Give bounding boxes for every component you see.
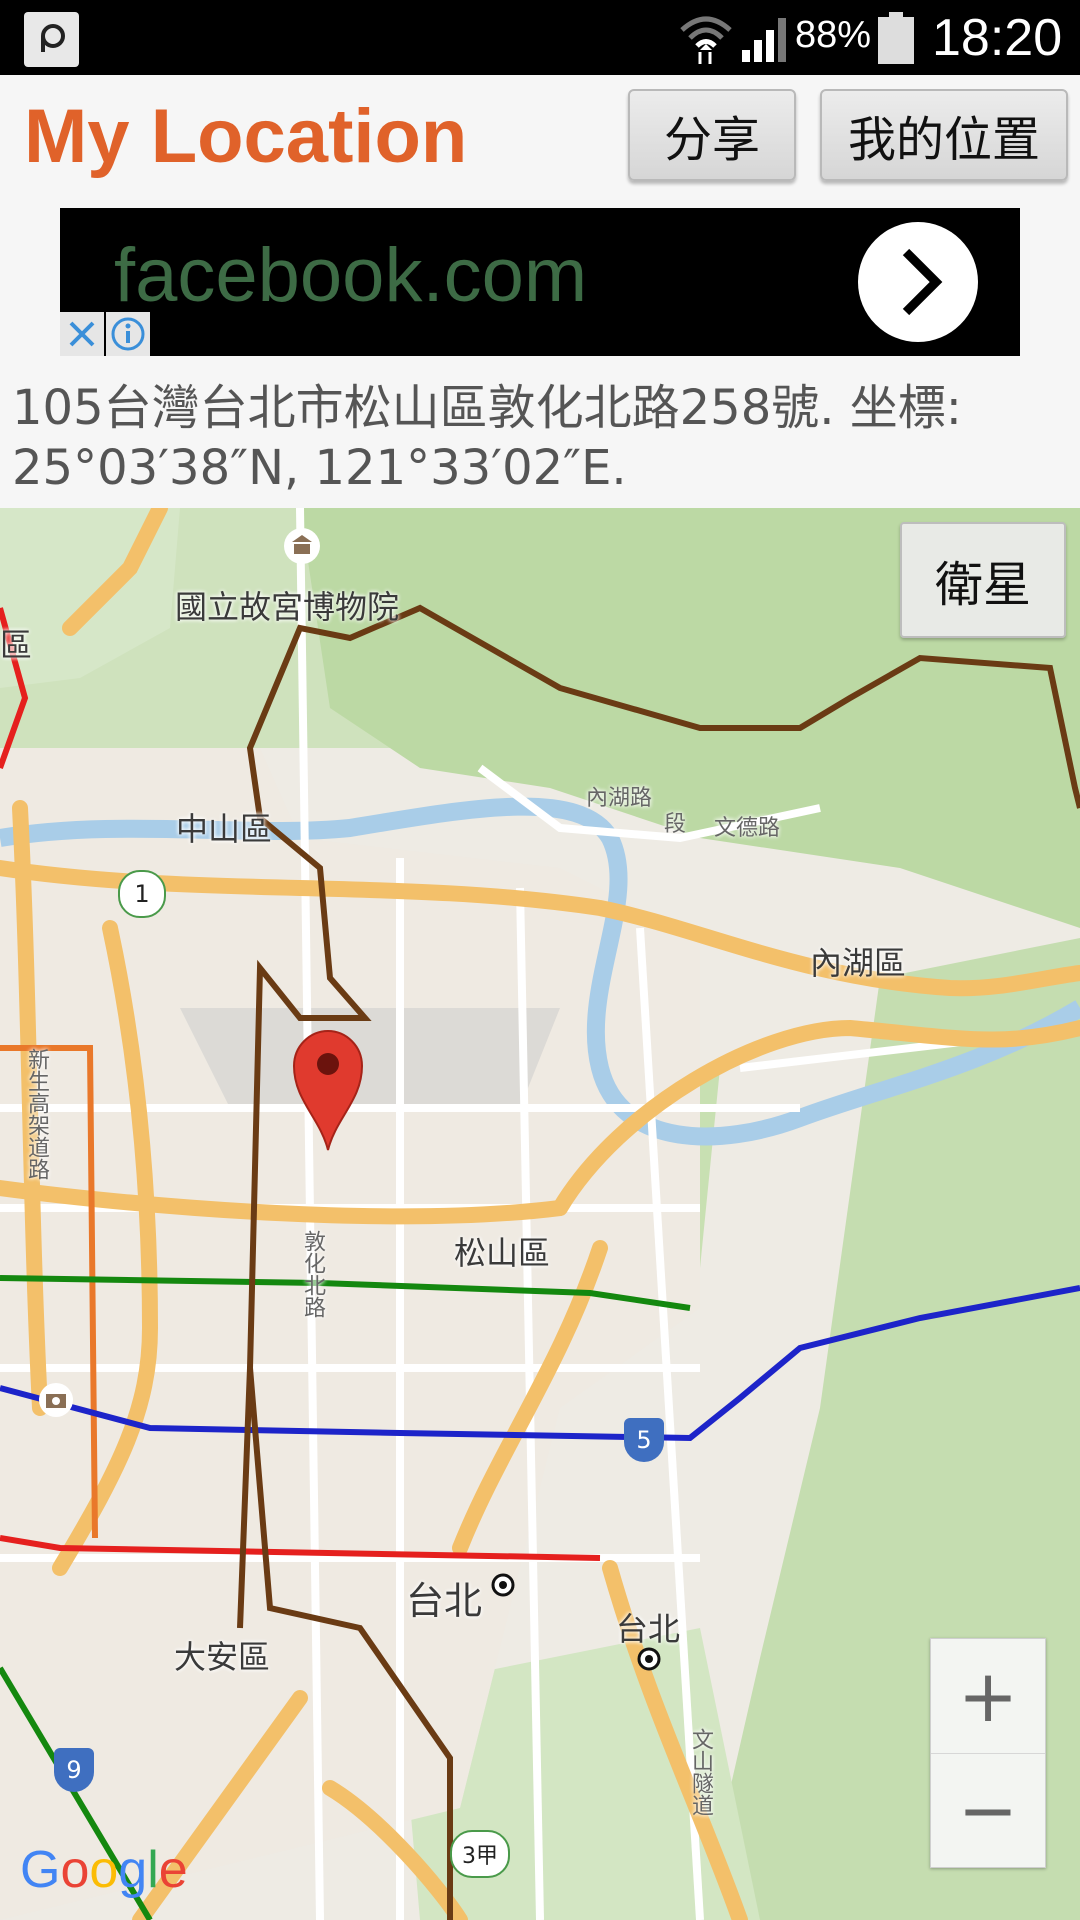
- page-title: My Location: [24, 94, 468, 179]
- zoom-controls: + −: [930, 1638, 1046, 1868]
- ad-arrow-button[interactable]: [858, 222, 978, 342]
- map-label-taipei-station: 台北: [406, 1579, 483, 1623]
- map-label-daan: 大安區: [174, 1638, 271, 1676]
- camera-icon: [39, 1383, 73, 1417]
- map-label-section: 段: [664, 812, 687, 837]
- map-label-dunhua-road: 敦化北路: [300, 1230, 325, 1318]
- zoom-out-button[interactable]: −: [931, 1753, 1045, 1867]
- map-label-wende-road: 文德路: [714, 816, 781, 841]
- share-button[interactable]: 分享: [628, 89, 796, 181]
- satellite-toggle-button[interactable]: 衛星: [900, 522, 1066, 638]
- station-icon: [491, 1573, 515, 1597]
- my-location-button[interactable]: 我的位置: [820, 89, 1068, 181]
- map-label-district-edge: 區: [0, 626, 33, 664]
- route-5-shield: 5: [624, 1418, 664, 1462]
- address-text: 105台灣台北市松山區敦化北路258號. 坐標: 25°03′38″N, 121…: [12, 380, 962, 496]
- ad-text: facebook.com: [114, 233, 588, 318]
- map-tiles: [0, 508, 1080, 1920]
- notification-app-icon: [24, 12, 79, 67]
- station-icon-2: [637, 1647, 661, 1671]
- chevron-right-icon: [902, 248, 943, 316]
- wifi-icon: [680, 16, 732, 64]
- map-label-taipei-2: 台北: [616, 1610, 681, 1648]
- status-bar: 88% 18:20: [0, 0, 1080, 75]
- map-label-songshan: 松山區: [454, 1234, 551, 1272]
- ad-info-button[interactable]: [106, 312, 150, 356]
- ad-close-button[interactable]: [60, 312, 104, 356]
- route-3-shield: 3甲: [450, 1830, 510, 1878]
- route-1-shield: 1: [118, 870, 166, 918]
- museum-icon: [284, 528, 320, 564]
- map-view[interactable]: 國立故宮博物院 區 中山區 內湖區 松山區 台北 台北 大安區 內湖路 段 文德…: [0, 508, 1080, 1920]
- zoom-in-button[interactable]: +: [931, 1639, 1045, 1754]
- google-logo: Google: [20, 1841, 188, 1899]
- map-label-zhongshan: 中山區: [176, 810, 273, 848]
- map-label-xinsheng: 新生高架道路: [24, 1048, 49, 1180]
- location-pin-icon: [292, 1029, 364, 1151]
- app-header: My Location 分享 我的位置: [0, 75, 1080, 200]
- ad-banner[interactable]: facebook.com: [60, 208, 1020, 356]
- info-icon: [111, 317, 145, 351]
- route-9-shield: 9: [54, 1748, 94, 1792]
- close-icon: [69, 321, 95, 347]
- battery-icon: [878, 12, 914, 64]
- battery-percent: 88%: [795, 14, 872, 56]
- map-label-neihu: 內湖區: [810, 944, 907, 982]
- clock: 18:20: [932, 9, 1063, 67]
- signal-icon: [742, 18, 786, 62]
- map-label-palace-museum: 國立故宮博物院: [175, 588, 400, 626]
- map-label-neihu-road: 內湖路: [586, 786, 653, 811]
- map-label-wenshan-tunnel: 文山隧道: [688, 1728, 713, 1816]
